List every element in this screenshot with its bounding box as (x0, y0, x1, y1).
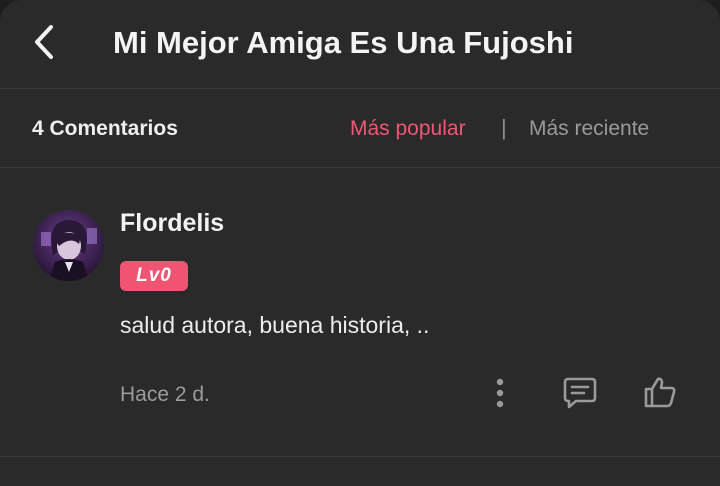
reply-button[interactable] (560, 373, 600, 413)
like-button[interactable] (640, 372, 680, 412)
level-badge: Lv0 (120, 261, 188, 291)
more-options-button[interactable] (486, 373, 514, 413)
thumbs-up-icon (644, 377, 676, 408)
sort-most-recent-tab[interactable]: Más reciente (529, 115, 649, 143)
comment-body: salud autora, buena historia, .. (120, 312, 430, 338)
comment-icon (563, 377, 597, 409)
sort-most-popular-tab[interactable]: Más popular (350, 115, 466, 143)
back-button[interactable] (26, 22, 62, 62)
comments-sort-bar: 4 Comentarios Más popular | Más reciente (0, 89, 720, 168)
comment-timestamp: Hace 2 d. (120, 383, 210, 406)
comment-author[interactable]: Flordelis (120, 208, 224, 238)
chevron-left-icon (35, 25, 53, 59)
more-vertical-icon (496, 378, 504, 408)
comment-item: Flordelis Lv0 salud autora, buena histor… (0, 168, 720, 457)
page-title: Mi Mejor Amiga Es Una Fujoshi (113, 25, 574, 60)
sort-separator: | (501, 115, 507, 140)
header-bar: Mi Mejor Amiga Es Una Fujoshi (0, 0, 720, 89)
comment-count: 4 Comentarios (32, 117, 178, 140)
comments-screen: Mi Mejor Amiga Es Una Fujoshi 4 Comentar… (0, 0, 720, 486)
avatar[interactable] (33, 210, 104, 281)
